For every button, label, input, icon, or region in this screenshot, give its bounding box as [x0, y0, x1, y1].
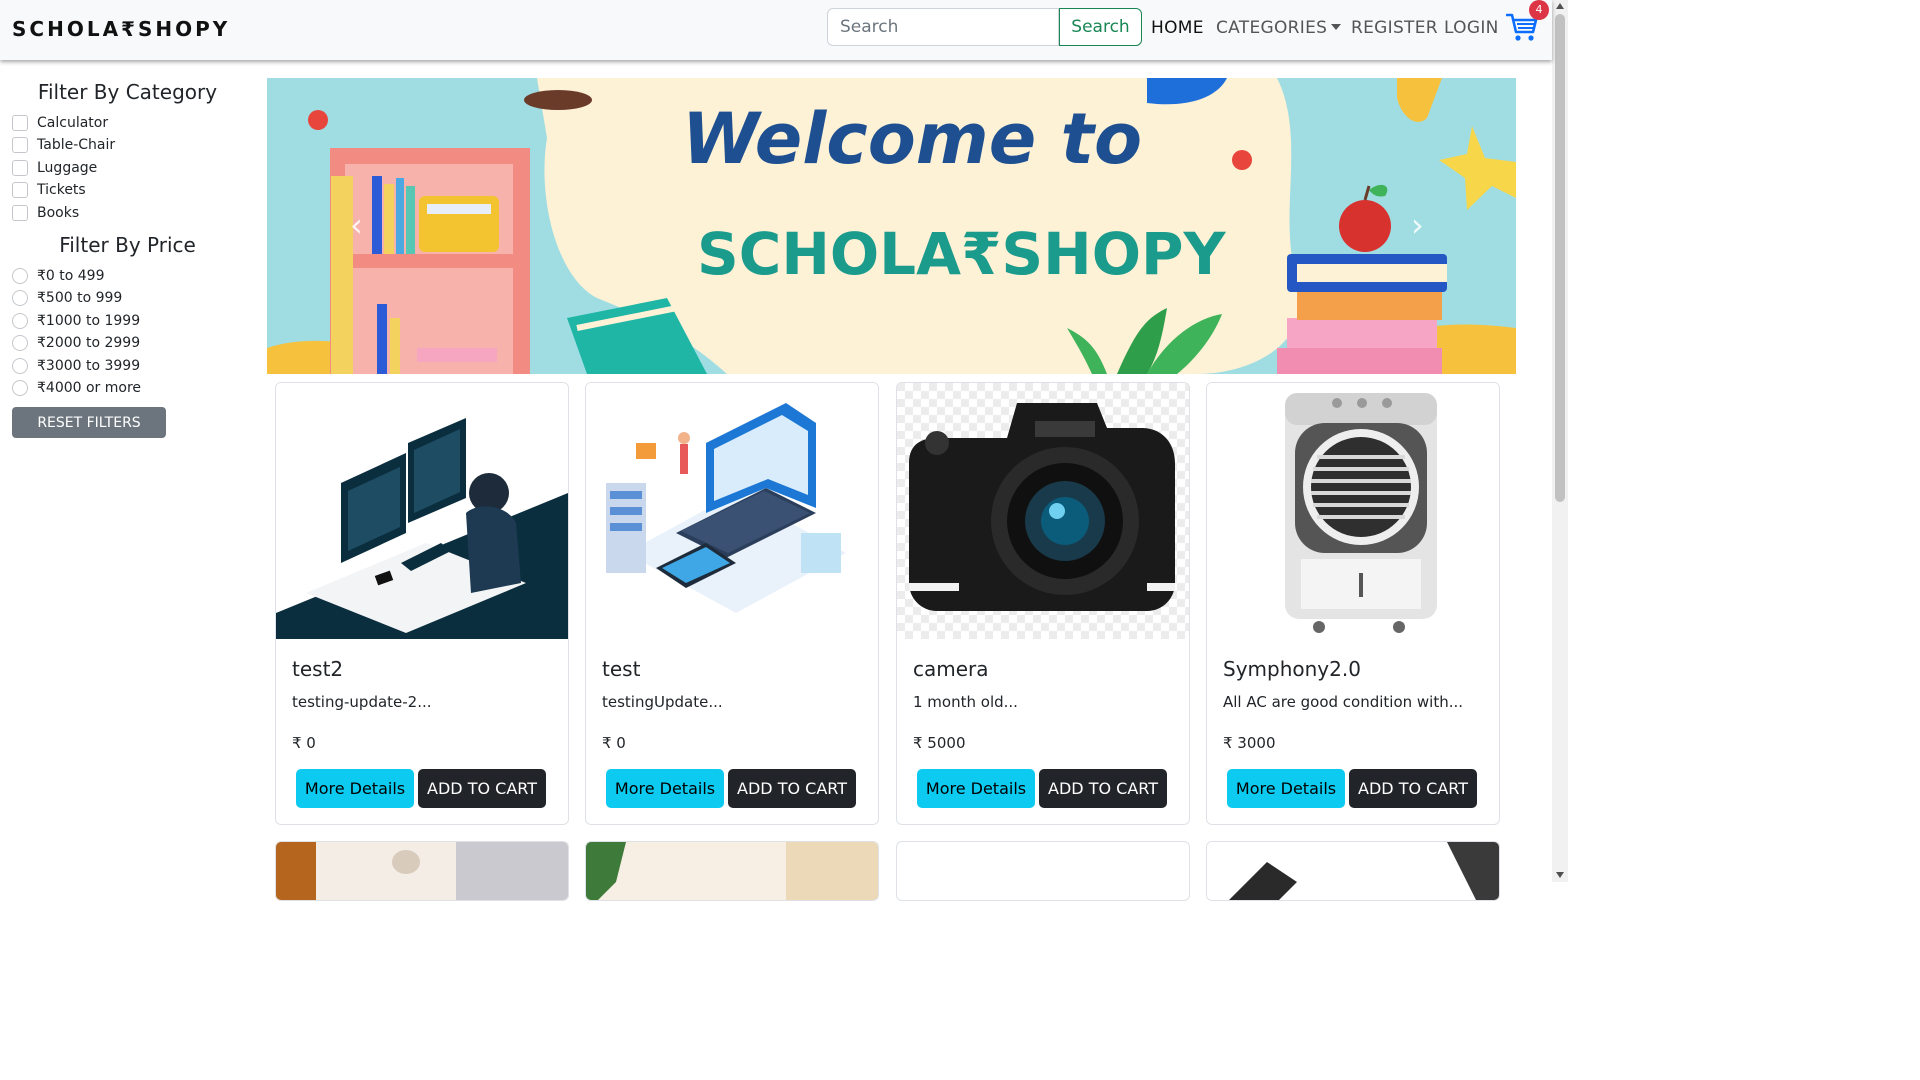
- price-filter-title: Filter By Price: [59, 233, 196, 257]
- product-name: camera: [913, 657, 989, 681]
- add-to-cart-button[interactable]: ADD TO CART: [1039, 769, 1167, 808]
- search-input[interactable]: [827, 8, 1059, 46]
- product-name: test2: [292, 657, 344, 681]
- more-details-button[interactable]: More Details: [1227, 769, 1345, 808]
- product-image[interactable]: [1207, 383, 1499, 639]
- add-to-cart-button[interactable]: ADD TO CART: [728, 769, 856, 808]
- banner-title-line2: SCHOLA₹SHOPY: [697, 220, 1227, 288]
- radio-button[interactable]: [12, 380, 28, 396]
- more-details-button[interactable]: More Details: [606, 769, 724, 808]
- nav-login[interactable]: LOGIN: [1444, 18, 1499, 38]
- product-price: ₹ 3000: [1223, 734, 1276, 752]
- scroll-up-arrow-icon[interactable]: [1556, 3, 1564, 9]
- product-price: ₹ 0: [292, 734, 316, 752]
- price-filter-0-499[interactable]: ₹0 to 499: [12, 266, 105, 286]
- radio-button[interactable]: [12, 268, 28, 284]
- banner-artwork: Welcome to SCHOLA₹SHOPY: [267, 78, 1516, 374]
- scroll-down-arrow-icon[interactable]: [1556, 872, 1564, 878]
- more-details-button[interactable]: More Details: [917, 769, 1035, 808]
- price-filter-4000-plus[interactable]: ₹4000 or more: [12, 378, 141, 398]
- price-label: ₹0 to 499: [37, 268, 105, 284]
- nav-register[interactable]: REGISTER: [1351, 18, 1438, 38]
- product-image[interactable]: [276, 842, 568, 901]
- checkbox[interactable]: [12, 115, 28, 131]
- nav-home[interactable]: HOME: [1151, 18, 1204, 38]
- add-to-cart-button[interactable]: ADD TO CART: [1349, 769, 1477, 808]
- nav-categories-dropdown[interactable]: CATEGORIES: [1216, 18, 1342, 38]
- category-filter-tickets[interactable]: Tickets: [12, 180, 86, 200]
- radio-button[interactable]: [12, 358, 28, 374]
- search-button[interactable]: Search: [1059, 8, 1142, 46]
- price-label: ₹3000 to 3999: [37, 358, 141, 374]
- checkbox[interactable]: [12, 137, 28, 153]
- cart-count-badge: 4: [1529, 0, 1549, 20]
- product-card-partial: [896, 841, 1190, 901]
- page-scrollbar[interactable]: [1552, 0, 1568, 882]
- product-name: Symphony2.0: [1223, 657, 1361, 681]
- radio-button[interactable]: [12, 290, 28, 306]
- radio-button[interactable]: [12, 313, 28, 329]
- category-label: Tickets: [37, 182, 86, 198]
- product-description: 1 month old...: [913, 693, 1018, 711]
- product-name: test: [602, 657, 641, 681]
- checkbox[interactable]: [12, 182, 28, 198]
- carousel-prev-chevron-icon[interactable]: ‹: [350, 206, 363, 244]
- category-filter-table-chair[interactable]: Table-Chair: [12, 135, 115, 155]
- price-label: ₹500 to 999: [37, 290, 123, 306]
- checkbox[interactable]: [12, 205, 28, 221]
- price-filter-1000-1999[interactable]: ₹1000 to 1999: [12, 311, 140, 331]
- price-label: ₹4000 or more: [37, 380, 142, 396]
- product-description: testingUpdate...: [602, 693, 723, 711]
- product-card: test testingUpdate... ₹ 0 More Details A…: [585, 382, 879, 825]
- category-filter-calculator[interactable]: Calculator: [12, 113, 108, 133]
- product-price: ₹ 0: [602, 734, 626, 752]
- category-label: Books: [37, 205, 80, 221]
- radio-button[interactable]: [12, 335, 28, 351]
- product-image[interactable]: [586, 383, 878, 639]
- brand-logo[interactable]: SCHOLA₹SHOPY: [12, 17, 230, 41]
- category-label: Luggage: [37, 160, 98, 176]
- checkbox[interactable]: [12, 160, 28, 176]
- product-card: Symphony2.0 All AC are good condition wi…: [1206, 382, 1500, 825]
- caret-down-icon: [1331, 23, 1342, 30]
- product-image[interactable]: [586, 842, 878, 901]
- product-card: camera 1 month old... ₹ 5000 More Detail…: [896, 382, 1190, 825]
- price-filter-500-999[interactable]: ₹500 to 999: [12, 288, 122, 308]
- product-card-partial: [585, 841, 879, 901]
- hero-banner-carousel: Welcome to SCHOLA₹SHOPY ‹ ›: [267, 78, 1516, 374]
- add-to-cart-button[interactable]: ADD TO CART: [418, 769, 546, 808]
- product-card-partial: [1206, 841, 1500, 901]
- product-description: testing-update-2...: [292, 693, 432, 711]
- category-filter-luggage[interactable]: Luggage: [12, 158, 97, 178]
- category-filter-books[interactable]: Books: [12, 203, 79, 223]
- price-label: ₹2000 to 2999: [37, 335, 141, 351]
- product-image[interactable]: [1207, 842, 1499, 901]
- product-description: All AC are good condition with...: [1223, 693, 1464, 711]
- scrollbar-thumb[interactable]: [1555, 14, 1565, 502]
- carousel-next-chevron-icon[interactable]: ›: [1411, 206, 1424, 244]
- product-image[interactable]: [276, 383, 568, 639]
- price-filter-3000-3999[interactable]: ₹3000 to 3999: [12, 356, 140, 376]
- price-filter-2000-2999[interactable]: ₹2000 to 2999: [12, 333, 140, 353]
- more-details-button[interactable]: More Details: [296, 769, 414, 808]
- price-label: ₹1000 to 1999: [37, 313, 141, 329]
- category-filter-title: Filter By Category: [37, 80, 218, 104]
- banner-title-line1: Welcome to: [682, 98, 1142, 180]
- category-label: Calculator: [37, 115, 109, 131]
- nav-categories-label: CATEGORIES: [1216, 18, 1328, 38]
- navbar: SCHOLA₹SHOPY Search HOME CATEGORIES REGI…: [0, 0, 1552, 60]
- category-label: Table-Chair: [37, 137, 116, 153]
- product-card: test2 testing-update-2... ₹ 0 More Detai…: [275, 382, 569, 825]
- product-image[interactable]: [897, 383, 1189, 639]
- product-card-partial: [275, 841, 569, 901]
- product-price: ₹ 5000: [913, 734, 966, 752]
- reset-filters-button[interactable]: RESET FILTERS: [12, 407, 166, 438]
